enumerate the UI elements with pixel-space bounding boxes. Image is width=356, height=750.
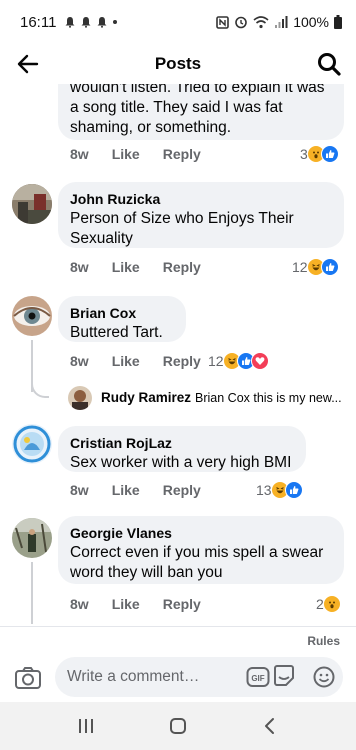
status-bar: 16:11 100% [0, 0, 356, 44]
reaction-count: 12 [292, 259, 308, 275]
thread-connector [31, 378, 49, 398]
reply-text: Brian Cox this is my new... [195, 390, 342, 405]
battery-percent: 100% [293, 14, 329, 30]
comments-list: wouldn't listen. Tried to explain it was… [0, 84, 356, 624]
comment-bubble[interactable]: Cristian RojLaz Sex worker with a very h… [58, 426, 306, 472]
like-button[interactable]: Like [112, 596, 140, 612]
comment-text: shaming, or something. [70, 119, 232, 136]
reply-author: Rudy Ramirez [101, 390, 192, 405]
comment-time: 8w [70, 596, 89, 612]
signal-icon [275, 15, 288, 28]
search-icon[interactable] [316, 51, 342, 77]
comment-bubble[interactable]: Brian Cox Buttered Tart. [58, 296, 186, 342]
battery-icon [334, 15, 342, 29]
like-reaction-icon [320, 258, 339, 276]
comment-actions: 8w Like Reply [70, 146, 224, 162]
comment-bubble[interactable]: wouldn't listen. Tried to explain it was… [58, 84, 344, 140]
reaction-count: 13 [256, 482, 272, 498]
reaction-summary[interactable]: 2 [316, 595, 341, 613]
comment-text: wouldn't listen. Tried to explain it was [70, 84, 325, 96]
comment-actions: 8w Like Reply [70, 353, 217, 369]
avatar[interactable] [68, 386, 92, 410]
nfc-icon [216, 15, 229, 29]
reply-button[interactable]: Reply [163, 596, 201, 612]
recent-apps-icon[interactable] [72, 714, 100, 738]
comment-text: Sexuality [70, 230, 133, 247]
comment-time: 8w [70, 353, 89, 369]
avatar[interactable] [12, 296, 52, 336]
reply-button[interactable]: Reply [163, 146, 201, 162]
avatar[interactable] [12, 424, 52, 464]
dot-icon [113, 20, 118, 24]
comment-bubble[interactable]: John Ruzicka Person of Size who Enjoys T… [58, 182, 344, 248]
rules-link[interactable]: Rules [307, 634, 340, 648]
top-bar: Posts [0, 44, 356, 84]
comment-composer: Write a comment… GIF [0, 656, 356, 700]
comment-time: 8w [70, 259, 89, 275]
comment-text: a song title. They said I was fat [70, 99, 283, 116]
reaction-summary[interactable]: 3 [300, 145, 339, 163]
like-reaction-icon [320, 145, 339, 163]
comment-time: 8w [70, 482, 89, 498]
comment-text: Buttered Tart. [70, 324, 163, 341]
comment-actions: 8w Like Reply [70, 482, 224, 498]
comment-text: Person of Size who Enjoys Their [70, 210, 294, 227]
like-button[interactable]: Like [112, 482, 140, 498]
comment-input[interactable]: Write a comment… [55, 657, 343, 697]
divider [0, 626, 356, 627]
comment-actions: 8w Like Reply [70, 596, 224, 612]
home-icon[interactable] [164, 714, 192, 738]
comment-text: Correct even if you mis spell a swear [70, 544, 324, 561]
comment-bubble[interactable]: Georgie Vlanes Correct even if you mis s… [58, 516, 344, 584]
status-right: 100% [216, 14, 342, 30]
reaction-count: 12 [208, 353, 224, 369]
reply-button[interactable]: Reply [163, 259, 201, 275]
avatar[interactable] [12, 184, 52, 224]
page-title: Posts [154, 54, 202, 73]
reaction-summary[interactable]: 12 [208, 352, 269, 370]
back-arrow-icon[interactable] [16, 52, 40, 76]
system-nav-bar [0, 702, 356, 750]
reply-preview[interactable]: Rudy Ramirez Brian Cox this is my new... [101, 390, 342, 405]
love-reaction-icon [250, 352, 269, 370]
comment-time: 8w [70, 146, 89, 162]
alarm-icon [235, 16, 247, 29]
reply-button[interactable]: Reply [163, 353, 201, 369]
reaction-summary[interactable]: 12 [292, 258, 339, 276]
avatar[interactable] [12, 518, 52, 558]
gif-icon[interactable]: GIF [246, 666, 270, 688]
commenter-name[interactable]: Brian Cox [70, 304, 174, 322]
commenter-name[interactable]: Cristian RojLaz [70, 434, 294, 452]
comment-text: Sex worker with a very high BMI [70, 454, 292, 471]
wow-reaction-icon [322, 595, 341, 613]
reaction-summary[interactable]: 13 [256, 481, 303, 499]
comment-actions: 8w Like Reply [70, 259, 224, 275]
commenter-name[interactable]: John Ruzicka [70, 190, 332, 208]
bell-icon [65, 17, 75, 28]
emoji-icon[interactable] [312, 665, 336, 689]
comment-text: word they will ban you [70, 564, 223, 581]
thread-line [31, 562, 33, 624]
camera-icon[interactable] [14, 665, 42, 691]
wifi-icon [253, 15, 269, 28]
reply-button[interactable]: Reply [163, 482, 201, 498]
sticker-icon[interactable] [272, 664, 296, 688]
commenter-name[interactable]: Georgie Vlanes [70, 524, 332, 542]
svg-text:GIF: GIF [251, 674, 264, 683]
like-reaction-icon [284, 481, 303, 499]
status-time: 16:11 [20, 13, 57, 31]
like-button[interactable]: Like [112, 146, 140, 162]
bell-icon [97, 17, 107, 28]
like-button[interactable]: Like [112, 353, 140, 369]
notification-icons [64, 16, 118, 28]
like-button[interactable]: Like [112, 259, 140, 275]
back-icon[interactable] [256, 714, 284, 738]
bell-icon [81, 17, 91, 28]
